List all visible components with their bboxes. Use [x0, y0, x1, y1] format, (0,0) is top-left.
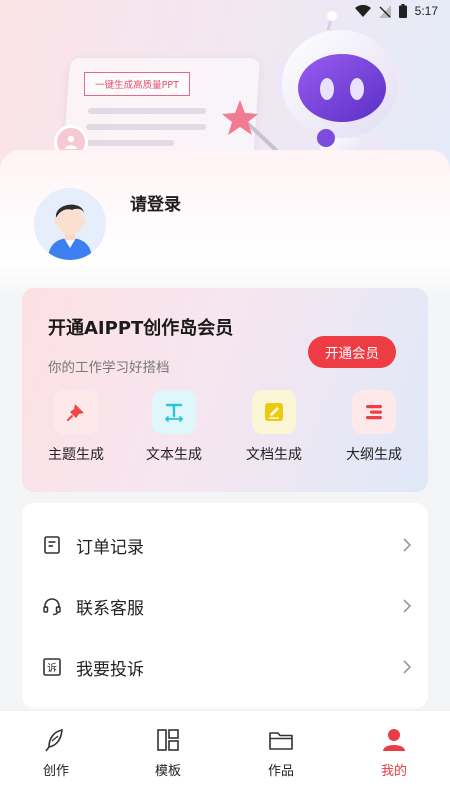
feature-doc-generate[interactable]: 文档生成 — [234, 390, 314, 464]
folder-icon — [269, 732, 293, 750]
vip-title: 开通AIPPT创作岛会员 — [48, 318, 234, 339]
settings-menu: 订单记录 联系客服 诉 我要投诉 — [22, 503, 428, 708]
tab-works[interactable]: 作品 — [251, 727, 311, 779]
doc-line — [88, 108, 206, 114]
vip-card: 开通AIPPT创作岛会员 你的工作学习好搭档 开通会员 主题生成 文本生成 文档… — [22, 288, 428, 492]
doc-headline-text: 一键生成高质量PPT — [95, 80, 179, 91]
feature-label: 大纲生成 — [346, 447, 402, 463]
template-icon — [157, 729, 179, 751]
feather-icon — [45, 728, 63, 752]
status-time: 5:17 — [414, 4, 438, 18]
menu-item-support[interactable]: 联系客服 — [22, 576, 428, 636]
chevron-right-icon — [403, 599, 412, 613]
menu-item-label: 订单记录 — [76, 537, 144, 558]
vip-subtitle: 你的工作学习好搭档 — [48, 360, 170, 376]
bottom-tab-bar: 创作 模板 作品 我的 — [0, 710, 450, 800]
doc-line — [84, 140, 174, 146]
order-icon — [44, 536, 60, 554]
open-membership-button[interactable]: 开通会员 — [308, 336, 396, 368]
outline-icon — [352, 390, 396, 434]
text-icon — [152, 390, 196, 434]
feature-text-generate[interactable]: 文本生成 — [134, 390, 214, 464]
login-prompt[interactable]: 请登录 — [130, 190, 181, 215]
tab-mine[interactable]: 我的 — [364, 727, 424, 779]
chevron-right-icon — [403, 538, 412, 552]
tab-create[interactable]: 创作 — [26, 727, 86, 779]
menu-item-complaint[interactable]: 诉 我要投诉 — [22, 637, 428, 697]
headset-icon — [43, 598, 61, 616]
default-avatar-icon — [34, 188, 106, 260]
feature-outline-generate[interactable]: 大纲生成 — [334, 390, 414, 464]
chevron-right-icon — [403, 660, 412, 674]
complaint-icon: 诉 — [43, 658, 61, 676]
tab-label: 创作 — [42, 764, 69, 779]
feature-label: 主题生成 — [48, 447, 104, 463]
edit-icon — [252, 390, 296, 434]
user-avatar[interactable] — [34, 188, 106, 260]
doc-line — [86, 124, 206, 130]
tab-label: 我的 — [380, 764, 407, 779]
feature-theme-generate[interactable]: 主题生成 — [36, 390, 116, 464]
menu-item-label: 联系客服 — [76, 598, 144, 619]
tab-label: 作品 — [267, 764, 294, 779]
svg-text:诉: 诉 — [47, 662, 57, 675]
doc-headline: 一键生成高质量PPT — [84, 72, 190, 96]
menu-item-label: 我要投诉 — [76, 659, 144, 680]
person-icon — [383, 729, 405, 751]
menu-item-orders[interactable]: 订单记录 — [22, 515, 428, 575]
feature-label: 文本生成 — [146, 447, 202, 463]
tab-templates[interactable]: 模板 — [138, 727, 198, 779]
pin-icon — [54, 390, 98, 434]
feature-label: 文档生成 — [246, 447, 302, 463]
tab-label: 模板 — [154, 764, 181, 779]
